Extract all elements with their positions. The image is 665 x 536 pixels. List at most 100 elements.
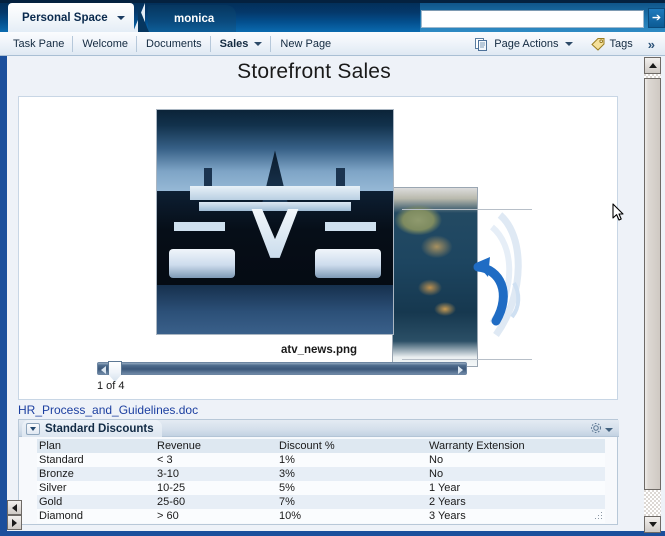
image-slider[interactable] [97, 361, 467, 382]
image-detail-bar-left [173, 222, 226, 231]
image-detail-tyre-left [168, 248, 235, 278]
tab-monica-label: monica [174, 12, 215, 25]
horizontal-scrollbar[interactable] [7, 500, 23, 531]
cell-warranty: No [427, 453, 605, 467]
document-link[interactable]: HR_Process_and_Guidelines.doc [18, 403, 198, 417]
toolbar-item-new-page-label: New Page [280, 37, 332, 50]
cell-revenue: 25-60 [155, 495, 277, 509]
chevron-down-icon[interactable] [605, 427, 613, 432]
toolbar-right-group: Page Actions Tags » [466, 32, 661, 56]
toolbar-item-task-pane[interactable]: Task Pane [4, 32, 74, 56]
toolbar-item-welcome[interactable]: Welcome [73, 32, 137, 56]
tab-personal-space[interactable]: Personal Space [8, 3, 145, 32]
cell-plan: Bronze [37, 467, 155, 481]
tab-monica[interactable]: monica [137, 5, 237, 32]
cell-plan: Gold [37, 495, 155, 509]
panel-title: Standard Discounts [45, 422, 154, 435]
cell-discount: 5% [277, 481, 427, 495]
cell-discount: 3% [277, 467, 427, 481]
toolbar-item-documents-label: Documents [146, 37, 202, 50]
cell-warranty: 3 Years [427, 509, 605, 523]
main-toolbar: Task Pane Welcome Documents Sales New Pa… [0, 32, 665, 56]
column-header-warranty[interactable]: Warranty Extension [427, 439, 605, 453]
toolbar-item-page-actions-label: Page Actions [494, 38, 559, 50]
image-detail-tyre-right [315, 248, 382, 278]
image-caption: atv_news.png [280, 344, 358, 356]
table-row[interactable]: Gold 25-60 7% 2 Years [37, 495, 605, 509]
vertical-scroll-thumb[interactable] [644, 78, 661, 490]
tag-icon [590, 37, 605, 51]
slider-track[interactable] [97, 362, 467, 375]
cell-plan: Silver [37, 481, 155, 495]
cell-discount: 10% [277, 509, 427, 523]
column-header-plan[interactable]: Plan [37, 439, 155, 453]
cell-plan: Standard [37, 453, 155, 467]
cell-discount: 1% [277, 453, 427, 467]
image-detail-wing [190, 186, 360, 200]
toolbar-overflow-label: » [647, 36, 655, 52]
cell-plan: Diamond [37, 509, 155, 523]
pages-icon [475, 37, 489, 51]
cell-warranty: 1 Year [427, 481, 605, 495]
chevron-down-icon[interactable] [254, 41, 263, 46]
background-artwork [384, 187, 534, 367]
swirl-graphic [473, 212, 522, 338]
page-title: Storefront Sales [237, 60, 391, 83]
cell-revenue: > 60 [155, 509, 277, 523]
image-detail-bar-right [324, 222, 377, 231]
toolbar-item-page-actions[interactable]: Page Actions [466, 32, 581, 56]
vertical-scrollbar[interactable] [644, 57, 661, 533]
toolbar-overflow-button[interactable]: » [642, 37, 661, 52]
search-field[interactable] [421, 10, 644, 28]
slider-thumb[interactable] [108, 361, 122, 382]
toolbar-left-group: Task Pane Welcome Documents Sales New Pa… [4, 32, 340, 56]
toolbar-item-new-page[interactable]: New Page [271, 32, 340, 56]
current-image[interactable] [156, 109, 394, 335]
cell-revenue: < 3 [155, 453, 277, 467]
scroll-right-button[interactable] [7, 515, 22, 530]
chevron-down-icon[interactable] [564, 42, 573, 46]
table-row[interactable]: Bronze 3-10 3% No [37, 467, 605, 481]
resize-grip[interactable] [595, 512, 602, 519]
panel-header: Standard Discounts [19, 420, 619, 437]
table-row[interactable]: Diamond > 60 10% 3 Years [37, 509, 605, 523]
scroll-left-button[interactable] [7, 500, 22, 515]
toolbar-item-tags[interactable]: Tags [582, 32, 642, 56]
table-row[interactable]: Silver 10-25 5% 1 Year [37, 481, 605, 495]
panel-header-tab: Standard Discounts [22, 420, 162, 437]
toolbar-item-task-pane-label: Task Pane [13, 37, 65, 50]
toolbar-item-sales[interactable]: Sales [211, 32, 272, 56]
column-header-revenue[interactable]: Revenue [155, 439, 277, 453]
toolbar-item-documents[interactable]: Documents [137, 32, 211, 56]
cell-warranty: 2 Years [427, 495, 605, 509]
search-input[interactable] [422, 11, 643, 27]
cell-warranty: No [427, 467, 605, 481]
slider-position-label: 1 of 4 [97, 380, 125, 392]
image-detail-wing-lower [199, 201, 351, 211]
table-header-row: Plan Revenue Discount % Warranty Extensi… [37, 439, 605, 453]
scroll-down-button[interactable] [644, 516, 661, 533]
cell-revenue: 10-25 [155, 481, 277, 495]
image-ground-region [157, 284, 393, 334]
search-submit-button[interactable]: ➔ [648, 8, 665, 28]
tab-personal-space-label: Personal Space [22, 11, 108, 24]
rule-bottom [402, 359, 532, 360]
content-frame: Storefront Sales atv_news.png 1 of 4 HR_… [0, 56, 665, 536]
cell-revenue: 3-10 [155, 467, 277, 481]
arrow-right-icon: ➔ [651, 11, 662, 24]
toolbar-item-tags-label: Tags [609, 38, 633, 50]
table-row[interactable]: Standard < 3 1% No [37, 453, 605, 467]
application-window: Personal Space monica ➔ Task Pane Welcom… [0, 0, 665, 536]
chevron-down-icon[interactable] [116, 16, 125, 20]
image-viewer-card: atv_news.png 1 of 4 [18, 96, 618, 400]
standard-discounts-panel: Standard Discounts Plan Revenue Discount… [18, 419, 619, 525]
chevron-down-icon[interactable] [26, 422, 40, 435]
scroll-up-button[interactable] [644, 57, 661, 74]
page-content: Storefront Sales atv_news.png 1 of 4 HR_… [7, 56, 628, 531]
arrow-right-icon[interactable] [458, 366, 463, 374]
arrow-left-icon[interactable] [101, 366, 106, 374]
rule-top [402, 209, 532, 210]
gear-icon[interactable] [590, 422, 602, 437]
panel-menu-button[interactable] [590, 422, 613, 437]
column-header-discount[interactable]: Discount % [277, 439, 427, 453]
